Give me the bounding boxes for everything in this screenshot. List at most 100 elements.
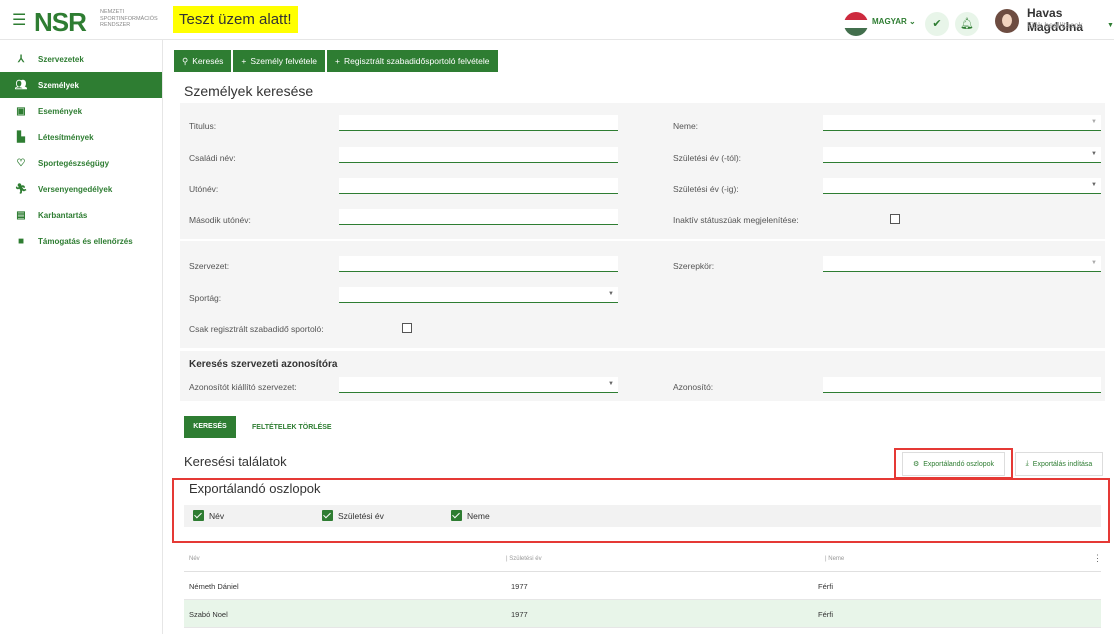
tab-label: Keresés bbox=[192, 56, 224, 66]
section-title: Keresés szervezeti azonosítóra bbox=[189, 359, 338, 370]
avatar[interactable] bbox=[995, 9, 1019, 33]
calendar-icon: ▣ bbox=[16, 105, 26, 117]
building-icon: ▙ bbox=[17, 131, 25, 143]
column-header-name[interactable]: Név bbox=[189, 556, 200, 562]
export-birthyear-checkbox[interactable] bbox=[322, 510, 333, 521]
page-title: Személyek keresése bbox=[184, 83, 314, 99]
search-button[interactable]: KERESÉS bbox=[184, 416, 236, 438]
download-icon: ⤓ bbox=[1025, 460, 1029, 467]
search-icon: ⚲ bbox=[182, 56, 189, 66]
people-icon: 👥︎ bbox=[14, 79, 28, 91]
titulus-input[interactable] bbox=[339, 115, 618, 131]
cell-name: Szabó Noel bbox=[189, 610, 228, 619]
szervezet-input[interactable] bbox=[339, 256, 618, 272]
clipboard-icon: ▤ bbox=[16, 209, 26, 221]
plus-icon: + bbox=[335, 56, 340, 66]
more-vert-icon[interactable]: ⋮ bbox=[1093, 553, 1102, 564]
sidebar-item-label: Személyek bbox=[38, 80, 79, 90]
check-icon[interactable]: ✔ bbox=[925, 12, 949, 36]
export-option-label: Neme bbox=[467, 511, 490, 521]
szerepkor-label: Szerepkör: bbox=[673, 261, 715, 271]
caret-down-icon: ▼ bbox=[1091, 119, 1097, 125]
export-gender-checkbox[interactable] bbox=[451, 510, 462, 521]
test-mode-banner: Teszt üzem alatt! bbox=[173, 6, 298, 33]
briefcase-icon: ■ bbox=[17, 235, 25, 247]
szuletesi-ev-ig-select[interactable]: ▼ bbox=[823, 178, 1101, 194]
sidebar-item-sportegeszsegugy[interactable]: ♡ Sportegészségügy bbox=[0, 150, 162, 176]
hungarian-flag-icon[interactable] bbox=[844, 12, 868, 36]
tab-bar: ⚲ Keresés + Személy felvétele + Regisztrált… bbox=[174, 50, 498, 72]
cell-gender: Férfi bbox=[818, 582, 833, 591]
caret-down-icon: ▼ bbox=[608, 291, 614, 297]
sidebar-item-szemelyek[interactable]: 👥︎ Személyek bbox=[0, 72, 162, 98]
highlight-box bbox=[894, 448, 1013, 479]
caret-down-icon: ▼ bbox=[608, 381, 614, 387]
szuletesi-ev-tol-select[interactable]: ▼ bbox=[823, 147, 1101, 163]
sidebar-item-tamogatas[interactable]: ■ Támogatás és ellenőrzés bbox=[0, 228, 162, 254]
logo-subtitle: NEMZETI SPORTINFORMÁCIÓS RENDSZER bbox=[100, 9, 158, 29]
titulus-label: Titulus: bbox=[189, 121, 217, 131]
sidebar-item-versenyengedelyek[interactable]: 🏃︎ Versenyengedélyek bbox=[0, 176, 162, 202]
szerepkor-select[interactable]: ▼ bbox=[823, 256, 1101, 272]
language-label: MAGYAR bbox=[872, 17, 907, 26]
tab-add-registered-athlete[interactable]: + Regisztrált szabadidősportoló felvétele bbox=[327, 50, 498, 72]
main-content: ⚲ Keresés + Személy felvétele + Regisztrált… bbox=[164, 40, 1114, 634]
heart-icon: ♡ bbox=[16, 157, 26, 169]
utonev-label: Utónév: bbox=[189, 184, 219, 194]
azonosito-input[interactable] bbox=[823, 377, 1101, 393]
sidebar-item-letesitmenyek[interactable]: ▙ Létesítmények bbox=[0, 124, 162, 150]
logo[interactable]: NSR bbox=[34, 7, 87, 38]
sidebar-item-label: Létesítmények bbox=[38, 132, 94, 142]
clear-filters-button[interactable]: FELTÉTELEK TÖRLÉSE bbox=[252, 424, 332, 431]
sidebar-item-esemenyek[interactable]: ▣ Események bbox=[0, 98, 162, 124]
tab-add-person[interactable]: + Személy felvétele bbox=[233, 50, 326, 72]
utonev-input[interactable] bbox=[339, 178, 618, 194]
language-selector[interactable]: MAGYAR ⌄ bbox=[872, 17, 916, 26]
table-row[interactable]: Németh Dániel 1977 Férfi bbox=[184, 572, 1101, 600]
masodik-utonev-input[interactable] bbox=[339, 209, 618, 225]
sidebar-item-label: Szervezetek bbox=[38, 54, 84, 64]
chevron-down-icon[interactable]: ▼ bbox=[1107, 22, 1114, 29]
org-chart-icon: ⅄ bbox=[17, 53, 25, 65]
hamburger-menu-icon[interactable]: ☰ bbox=[12, 10, 26, 30]
export-name-checkbox[interactable] bbox=[193, 510, 204, 521]
top-bar: ☰ NSR NEMZETI SPORTINFORMÁCIÓS RENDSZER … bbox=[0, 0, 1114, 40]
export-option-label: Név bbox=[209, 511, 225, 521]
csak-regisztralt-label: Csak regisztrált szabadidő sportoló: bbox=[189, 324, 324, 334]
table-row[interactable]: Szabó Noel 1977 Férfi bbox=[184, 600, 1101, 628]
export-columns-bar: Név Születési év Neme bbox=[184, 505, 1101, 527]
bell-icon[interactable]: 🔔︎ bbox=[955, 12, 979, 36]
export-start-label: Exportálás indítása bbox=[1032, 460, 1093, 468]
column-header-label: Neme bbox=[828, 556, 845, 562]
inaktiv-checkbox[interactable] bbox=[890, 214, 900, 224]
tab-search[interactable]: ⚲ Keresés bbox=[174, 50, 232, 72]
masodik-utonev-label: Második utónév: bbox=[189, 215, 251, 225]
account-settings-link[interactable]: Fiók beállítások bbox=[1027, 21, 1083, 30]
sidebar: ⅄ Szervezetek 👥︎ Személyek ▣ Események ▙ Lét… bbox=[0, 40, 163, 634]
csaladi-nev-label: Családi név: bbox=[189, 153, 236, 163]
caret-down-icon: ▼ bbox=[1091, 151, 1097, 157]
results-title: Keresési találatok bbox=[184, 454, 287, 469]
export-columns-title: Exportálandó oszlopok bbox=[189, 481, 321, 496]
neme-select[interactable]: ▼ bbox=[823, 115, 1101, 131]
column-header-gender[interactable]: | Neme bbox=[825, 556, 844, 562]
csak-regisztralt-checkbox[interactable] bbox=[402, 323, 412, 333]
sidebar-item-szervezetek[interactable]: ⅄ Szervezetek bbox=[0, 46, 162, 72]
sidebar-item-label: Karbantartás bbox=[38, 210, 88, 220]
szuletesi-ev-tol-label: Születési év (-tól): bbox=[673, 153, 742, 163]
szuletesi-ev-ig-label: Születési év (-ig): bbox=[673, 184, 739, 194]
sidebar-item-label: Események bbox=[38, 106, 83, 116]
table-header: Név | Születési év | Neme ⋮ bbox=[184, 548, 1102, 572]
organization-filter-panel: Szervezet: Szerepkör: ▼ Sportág: ▼ Csak … bbox=[180, 241, 1105, 348]
sidebar-item-label: Sportegészségügy bbox=[38, 158, 110, 168]
column-header-birthyear[interactable]: | Születési év bbox=[506, 556, 542, 562]
sportag-select[interactable]: ▼ bbox=[339, 287, 618, 303]
column-header-label: Születési év bbox=[509, 556, 542, 562]
caret-down-icon: ▼ bbox=[1091, 182, 1097, 188]
csaladi-nev-input[interactable] bbox=[339, 147, 618, 163]
logo-subtitle-line: RENDSZER bbox=[100, 22, 131, 28]
export-option-label: Születési év bbox=[338, 511, 384, 521]
sidebar-item-karbantartas[interactable]: ▤ Karbantartás bbox=[0, 202, 162, 228]
azonositot-kiallito-select[interactable]: ▼ bbox=[339, 377, 618, 393]
export-start-button[interactable]: ⤓ Exportálás indítása bbox=[1015, 452, 1103, 476]
